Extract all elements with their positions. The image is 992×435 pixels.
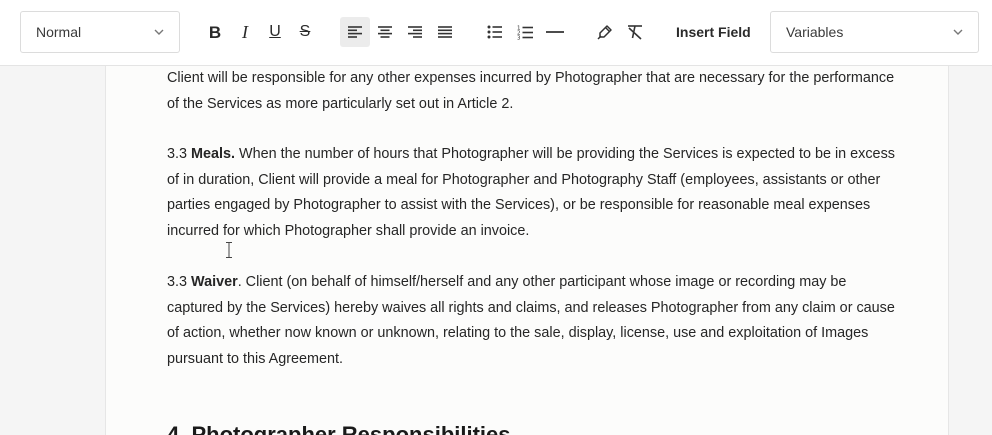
- section-text-waiver: . Client (on behalf of himself/herself a…: [167, 274, 895, 367]
- text-cursor-icon: [226, 242, 232, 258]
- section-title-waiver: Waiver: [191, 274, 238, 290]
- section-text-meals: When the number of hours that Photograph…: [167, 146, 895, 239]
- italic-button[interactable]: I: [230, 17, 260, 47]
- paragraph-waiver: 3.3 Waiver. Client (on behalf of himself…: [167, 270, 897, 372]
- clear-format-icon: [628, 25, 642, 40]
- editor-canvas: Client will be responsible for any other…: [0, 66, 992, 435]
- section-number: 3.3: [167, 274, 188, 290]
- align-justify-button[interactable]: [430, 17, 460, 47]
- horizontal-rule-icon: [546, 31, 564, 33]
- variables-select-value: Variables: [786, 24, 844, 40]
- align-center-button[interactable]: [370, 17, 400, 47]
- underline-icon: U: [269, 23, 281, 40]
- editor-toolbar: Normal B I U S 123 Insert Field Variable…: [0, 0, 992, 66]
- align-right-icon: [408, 26, 422, 38]
- insert-field-button[interactable]: Insert Field: [670, 17, 757, 47]
- paragraph-style-select[interactable]: Normal: [20, 11, 180, 53]
- clear-formatting-button[interactable]: [620, 17, 650, 47]
- chevron-down-icon: [154, 29, 164, 35]
- align-right-button[interactable]: [400, 17, 430, 47]
- bold-button[interactable]: B: [200, 17, 230, 47]
- horizontal-rule-button[interactable]: [540, 17, 570, 47]
- align-left-button[interactable]: [340, 17, 370, 47]
- chevron-down-icon: [953, 29, 963, 35]
- highlighter-icon: [597, 25, 612, 40]
- italic-icon: I: [242, 22, 248, 42]
- bullet-list-icon: [487, 25, 502, 39]
- section-heading: 4. Photographer Responsibilities: [167, 422, 511, 435]
- paragraph-meals: 3.3 Meals. When the number of hours that…: [167, 142, 897, 244]
- numbered-list-icon: 123: [517, 25, 533, 40]
- strikethrough-button[interactable]: S: [290, 17, 320, 47]
- underline-button[interactable]: U: [260, 17, 290, 47]
- highlight-button[interactable]: [590, 17, 620, 47]
- bullet-list-button[interactable]: [480, 17, 510, 47]
- paragraph-style-value: Normal: [36, 24, 82, 40]
- align-justify-icon: [438, 26, 452, 38]
- variables-select[interactable]: Variables: [770, 11, 979, 53]
- align-center-icon: [378, 26, 392, 38]
- paragraph-expenses: Client will be responsible for any other…: [167, 70, 895, 112]
- bold-icon: B: [208, 22, 222, 42]
- svg-text:3: 3: [517, 35, 521, 40]
- align-left-icon: [348, 26, 362, 38]
- section-title-meals: Meals.: [191, 146, 236, 162]
- section-number: 3.3: [167, 146, 188, 162]
- numbered-list-button[interactable]: 123: [510, 17, 540, 47]
- strikethrough-icon: S: [299, 23, 311, 40]
